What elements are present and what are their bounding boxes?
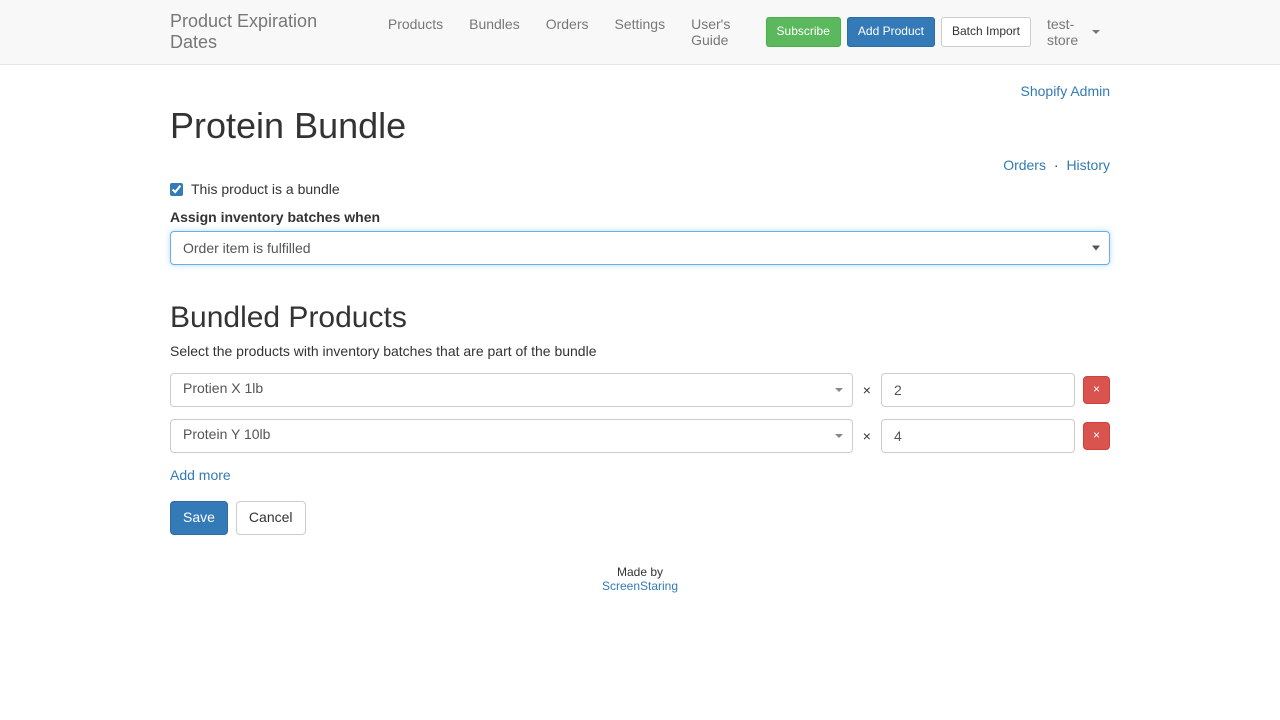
- navbar: Product Expiration Dates Products Bundle…: [0, 0, 1280, 65]
- bundled-heading: Bundled Products: [170, 301, 1110, 335]
- times-symbol: ×: [861, 382, 873, 398]
- quantity-input[interactable]: [881, 373, 1075, 407]
- times-symbol: ×: [861, 428, 873, 444]
- assign-select[interactable]: Order item is fulfilled: [170, 231, 1110, 265]
- quantity-input[interactable]: [881, 419, 1075, 453]
- remove-row-button[interactable]: ×: [1083, 422, 1110, 449]
- footer: Made by ScreenStaring: [170, 565, 1110, 593]
- separator: ·: [1050, 157, 1063, 173]
- nav-settings[interactable]: Settings: [602, 5, 679, 43]
- nav-users-guide[interactable]: User's Guide: [678, 5, 765, 59]
- footer-made-by: Made by: [170, 565, 1110, 579]
- batch-import-button[interactable]: Batch Import: [941, 17, 1031, 46]
- history-link[interactable]: History: [1066, 157, 1110, 173]
- product-select-value: Protein Y 10lb: [170, 419, 853, 453]
- nav-orders[interactable]: Orders: [533, 5, 602, 43]
- bundle-checkbox[interactable]: [170, 183, 183, 196]
- save-button[interactable]: Save: [170, 501, 228, 535]
- cancel-button[interactable]: Cancel: [236, 501, 306, 535]
- add-product-button[interactable]: Add Product: [847, 17, 935, 46]
- page-title: Protein Bundle: [170, 105, 1110, 147]
- product-select[interactable]: Protien X 1lb: [170, 373, 853, 407]
- assign-label: Assign inventory batches when: [170, 209, 1110, 225]
- remove-row-button[interactable]: ×: [1083, 376, 1110, 403]
- brand[interactable]: Product Expiration Dates: [170, 0, 375, 64]
- store-name: test-store: [1047, 16, 1089, 48]
- nav-bundles[interactable]: Bundles: [456, 5, 533, 43]
- bundle-row: Protien X 1lb × ×: [170, 373, 1110, 407]
- store-dropdown[interactable]: test-store: [1037, 5, 1110, 59]
- shopify-admin-link[interactable]: Shopify Admin: [1021, 83, 1111, 99]
- footer-company-link[interactable]: ScreenStaring: [602, 579, 678, 593]
- add-more-link[interactable]: Add more: [170, 467, 231, 483]
- bundle-row: Protein Y 10lb × ×: [170, 419, 1110, 453]
- product-select[interactable]: Protein Y 10lb: [170, 419, 853, 453]
- product-select-value: Protien X 1lb: [170, 373, 853, 407]
- nav-products[interactable]: Products: [375, 5, 456, 43]
- bundled-help: Select the products with inventory batch…: [170, 343, 1110, 359]
- subscribe-button[interactable]: Subscribe: [766, 17, 841, 46]
- orders-link[interactable]: Orders: [1003, 157, 1046, 173]
- caret-down-icon: [1092, 30, 1100, 34]
- bundle-checkbox-label: This product is a bundle: [191, 181, 340, 197]
